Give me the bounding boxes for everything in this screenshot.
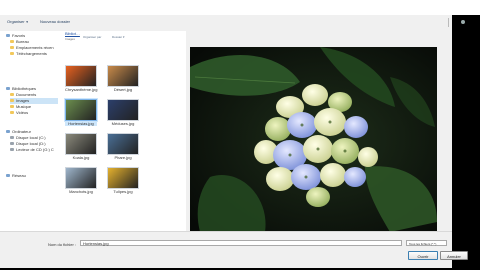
- cancel-button[interactable]: Annuler: [440, 251, 468, 260]
- computer-icon: [6, 130, 10, 134]
- thumbnail-image: [65, 133, 97, 155]
- open-button[interactable]: Ouvrir: [408, 251, 438, 260]
- navigation-pane: Favoris Bureau Emplacements récen Téléch…: [0, 31, 63, 231]
- filename-label: Nom du fichier :: [48, 242, 77, 247]
- thumbnail-label: Koala.jpg: [72, 155, 90, 160]
- toolbar-separator: [448, 18, 449, 27]
- nav-label: Musique: [16, 104, 32, 109]
- download-icon: [10, 52, 14, 56]
- new-folder-label: Nouveau dossier: [40, 19, 71, 24]
- open-file-dialog: Organiser▼ Nouveau dossier Favoris Burea…: [0, 15, 468, 268]
- file-thumbnail[interactable]: Manchots.jpg: [65, 167, 97, 194]
- thumbnail-label: Chrysanthème.jpg: [65, 87, 98, 92]
- library-subtitle: Images: [65, 37, 75, 41]
- nav-videos[interactable]: Vidéos: [10, 110, 28, 116]
- network-icon: [6, 174, 10, 178]
- nav-label: Images: [16, 98, 30, 103]
- music-icon: [10, 105, 14, 109]
- video-icon: [10, 111, 14, 115]
- thumbnail-image: [65, 167, 97, 189]
- thumbnail-label: Hortensias.jpg: [65, 122, 97, 126]
- nav-label: Favoris: [12, 33, 26, 38]
- cd-drive-icon: [10, 148, 14, 152]
- nav-label: Vidéos: [16, 110, 29, 115]
- nav-cd-drive[interactable]: Lecteur de CD (G:) C: [10, 147, 54, 153]
- nav-label: Lecteur de CD (G:) C: [16, 147, 54, 152]
- thumbnail-label: Désert.jpg: [113, 87, 133, 92]
- arrange-by-label: Organiser par: [83, 35, 102, 39]
- file-thumbnail[interactable]: Chrysanthème.jpg: [65, 65, 97, 92]
- library-icon: [6, 87, 10, 91]
- desktop-top-strip: [0, 0, 480, 15]
- recent-icon: [10, 46, 14, 50]
- dialog-footer: Nom du fichier : Hortensias.jpg Tous les…: [0, 231, 468, 268]
- new-folder-button[interactable]: Nouveau dossier: [40, 18, 70, 26]
- nav-label: Disque local (D:): [16, 141, 46, 146]
- file-thumbnail[interactable]: Tulipes.jpg: [107, 167, 139, 194]
- thumbnail-image: [107, 133, 139, 155]
- drive-icon: [10, 142, 14, 146]
- documents-icon: [10, 93, 14, 97]
- desktop-icon: [10, 40, 14, 44]
- file-thumbnail[interactable]: Méduses.jpg: [107, 99, 139, 126]
- thumbnail-image: [65, 99, 97, 121]
- nav-downloads[interactable]: Téléchargements: [10, 51, 47, 57]
- nav-label: Bibliothèques: [12, 86, 37, 91]
- file-thumbnail[interactable]: Désert.jpg: [107, 65, 139, 92]
- file-list-pane: Bibliot… Images Organiser par Dossier ▾ …: [62, 31, 186, 231]
- arrange-by-select[interactable]: Dossier ▾: [112, 35, 125, 39]
- help-icon[interactable]: [461, 20, 465, 24]
- thumbnail-image: [107, 167, 139, 189]
- organize-menu[interactable]: Organiser▼: [7, 18, 29, 26]
- nav-label: Documents: [16, 92, 37, 97]
- nav-label: Réseau: [12, 173, 26, 178]
- filename-input[interactable]: Hortensias.jpg: [80, 240, 402, 246]
- organize-label: Organiser: [7, 19, 25, 24]
- thumbnail-image: [107, 99, 139, 121]
- nav-label: Bureau: [16, 39, 29, 44]
- background-right: [452, 15, 480, 270]
- filetype-select[interactable]: Tous les fichiers (*.*): [406, 240, 447, 246]
- nav-label: Emplacements récen: [16, 45, 54, 50]
- drive-icon: [10, 136, 14, 140]
- thumbnail-image: [107, 65, 139, 87]
- thumbnail-image: [65, 65, 97, 87]
- thumbnail-label: Phare.jpg: [114, 155, 132, 160]
- library-breadcrumb[interactable]: Bibliot…: [65, 31, 80, 36]
- image-preview: [190, 47, 437, 232]
- hydrangea-photo: [190, 47, 437, 232]
- thumbnail-label: Manchots.jpg: [69, 189, 93, 194]
- thumbnail-label: Méduses.jpg: [111, 121, 135, 126]
- thumbnail-label: Tulipes.jpg: [113, 189, 133, 194]
- star-icon: [6, 34, 10, 38]
- chevron-down-icon: ▼: [25, 20, 29, 24]
- nav-label: Téléchargements: [16, 51, 47, 56]
- file-thumbnail[interactable]: Koala.jpg: [65, 133, 97, 160]
- nav-network[interactable]: Réseau: [6, 173, 26, 179]
- nav-label: Disque local (C:): [16, 135, 46, 140]
- file-thumbnail[interactable]: Hortensias.jpg: [65, 99, 97, 126]
- nav-label: Ordinateur: [12, 129, 31, 134]
- pictures-icon: [10, 99, 14, 103]
- file-thumbnail[interactable]: Phare.jpg: [107, 133, 139, 160]
